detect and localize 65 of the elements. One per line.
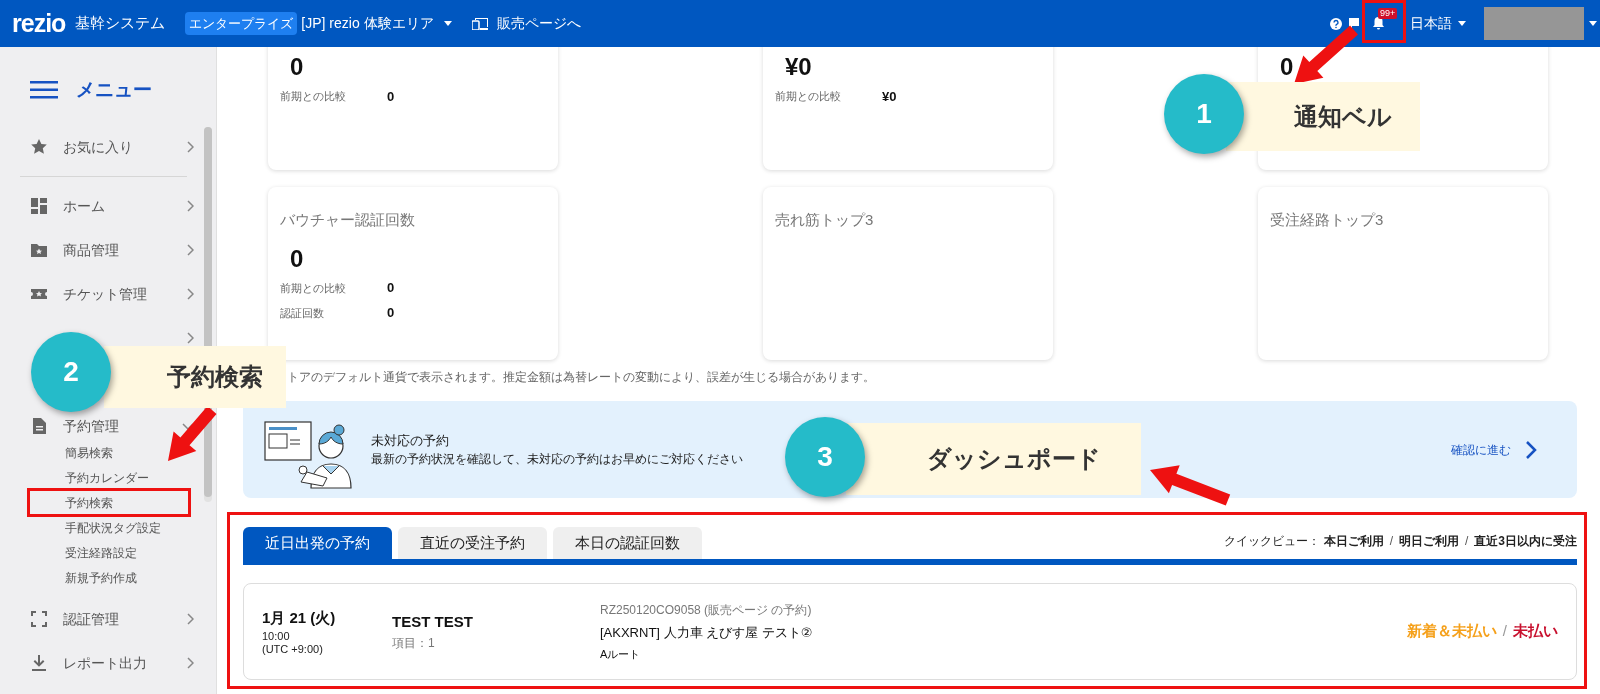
card-title: バウチャー認証回数 bbox=[280, 210, 416, 230]
callout-label: ダッシュポード bbox=[846, 423, 1141, 495]
separator: / bbox=[1464, 533, 1469, 550]
reservation-reference: RZ250120CO9058 (販売ページ の予約) bbox=[600, 601, 813, 619]
stat-value: 0 bbox=[387, 279, 395, 298]
tab[interactable]: 近日出発の予約 bbox=[243, 527, 392, 559]
menu-item[interactable]: レポート出力 bbox=[63, 652, 147, 674]
submenu-item[interactable]: 簡易検索 bbox=[65, 441, 113, 466]
menu-item[interactable]: 予約管理 bbox=[63, 415, 119, 437]
quick-view-link[interactable]: 本日ご利用 bbox=[1323, 532, 1384, 550]
confirm-link[interactable]: 確認に進む bbox=[1451, 440, 1511, 459]
workspace-selector[interactable]: [JP] rezio 体験エリア bbox=[301, 13, 434, 34]
submenu-item[interactable]: 予約検索 bbox=[65, 491, 113, 516]
item-count: 項目：1 bbox=[392, 634, 436, 652]
reservation-date: 1月 21 (火) bbox=[262, 608, 337, 629]
menu-title: メニュー bbox=[76, 77, 152, 102]
product-name: [AKXRNT] 人力車 えびす屋 テスト② bbox=[600, 623, 813, 642]
stat-label: 前期との比較 bbox=[775, 89, 842, 105]
card-title: 売れ筋トップ3 bbox=[775, 210, 875, 230]
currency-note: トアのデフォルト通貨で表示されます。推定金額は為替レートの変動により、誤差が生じる場合があります。 bbox=[287, 370, 876, 384]
card-title: 受注経路トップ3 bbox=[1270, 210, 1385, 230]
submenu-item[interactable]: 新規予約作成 bbox=[65, 566, 137, 591]
language-selector[interactable]: 日本語 bbox=[1410, 13, 1452, 34]
submenu-item[interactable]: 手配状況タグ設定 bbox=[65, 516, 161, 541]
menu-item[interactable]: 認証管理 bbox=[63, 608, 119, 630]
system-name: 基幹システム bbox=[75, 13, 166, 34]
callout-label: 通知ベル bbox=[1226, 82, 1420, 151]
stat-value: ¥0 bbox=[785, 52, 812, 82]
menu-item[interactable]: 商品管理 bbox=[63, 239, 119, 261]
quick-view-link[interactable]: 明日ご利用 bbox=[1398, 532, 1459, 550]
banner-title: 未対応の予約 bbox=[371, 431, 450, 450]
callout-number: 1 bbox=[1164, 74, 1244, 154]
stat-label: 前期との比較 bbox=[280, 280, 347, 296]
quick-view-link[interactable]: 直近3日以内に受注 bbox=[1474, 532, 1577, 550]
stat-label: 前期との比較 bbox=[280, 89, 347, 105]
menu-item[interactable]: お気に入り bbox=[63, 136, 133, 158]
stat-value: 0 bbox=[387, 87, 395, 106]
plan-badge: エンタープライズ bbox=[185, 11, 298, 36]
payment-status: 未払い bbox=[1513, 621, 1558, 642]
reservation-time: 10:00 bbox=[262, 629, 291, 643]
callout-label: 予約検索 bbox=[104, 346, 286, 408]
stat-label: 認証回数 bbox=[280, 305, 325, 321]
stat-value: ¥0 bbox=[882, 87, 897, 106]
quick-view-label: クイックビュー： bbox=[1223, 533, 1320, 550]
stat-value: 0 bbox=[290, 243, 304, 274]
stat-value: 0 bbox=[387, 304, 395, 323]
logo[interactable]: rezio bbox=[12, 4, 66, 43]
separator: / bbox=[1502, 621, 1507, 642]
sales-page-link[interactable]: 販売ページへ bbox=[496, 13, 581, 34]
tab[interactable]: 本日の認証回数 bbox=[553, 527, 702, 559]
tab[interactable]: 直近の受注予約 bbox=[398, 527, 547, 559]
reservation-card[interactable]: 1月 21 (火) 10:00 (UTC +9:00) TEST TEST 項目：1 RZ250120CO9058 (販売ページ の予約) [AKXRNT] 人力車 えびす屋 テスト② Aルート 新着＆未払い / 未払い bbox=[243, 583, 1577, 680]
menu-item[interactable]: ホーム bbox=[63, 195, 105, 217]
menu-item[interactable]: チケット管理 bbox=[63, 283, 147, 305]
notification-count-badge: 99+ bbox=[1378, 8, 1398, 19]
payment-status: 新着＆未払い bbox=[1406, 621, 1497, 642]
stat-value: 0 bbox=[290, 52, 304, 82]
plan-name: Aルート bbox=[600, 647, 642, 662]
submenu-item[interactable]: 受注経路設定 bbox=[65, 541, 137, 566]
customer-name: TEST TEST bbox=[392, 612, 474, 633]
banner-description: 最新の予約状況を確認して、未対応の予約はお早めにご対応ください bbox=[371, 451, 743, 469]
timezone: (UTC +9:00) bbox=[262, 642, 324, 656]
stat-value: 0 bbox=[1280, 52, 1294, 82]
submenu-item[interactable]: 予約カレンダー bbox=[65, 466, 149, 491]
separator: / bbox=[1389, 533, 1393, 550]
